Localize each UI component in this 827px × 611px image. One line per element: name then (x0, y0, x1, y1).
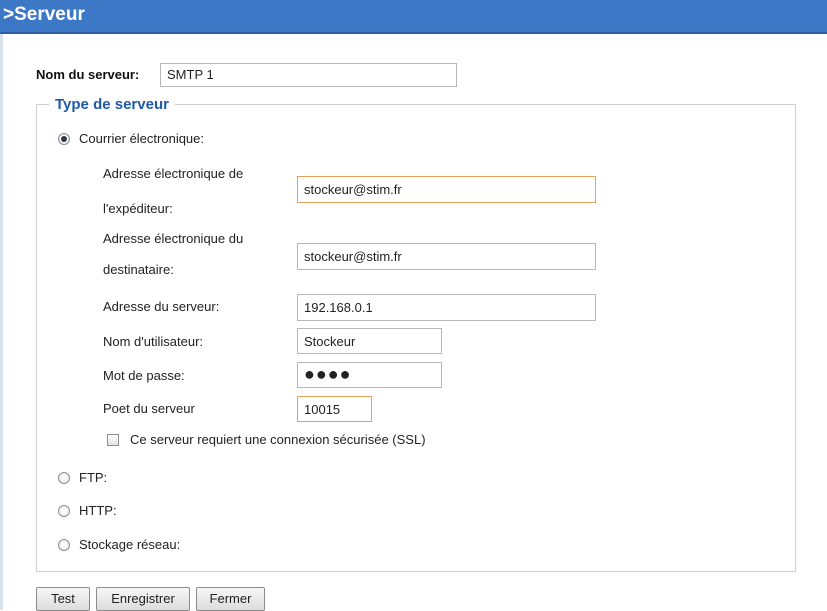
title-bar: >Serveur (0, 0, 827, 34)
page-title: >Serveur (3, 4, 85, 25)
ftp-radio[interactable] (58, 472, 70, 484)
http-radio[interactable] (58, 505, 70, 517)
sender-label-line2: l'expéditeur: (103, 201, 173, 216)
server-name-input[interactable] (160, 63, 457, 87)
recipient-label-line2: destinataire: (103, 262, 174, 277)
username-input[interactable] (297, 328, 442, 354)
port-label: Poet du serveur (103, 401, 195, 416)
sender-email-input[interactable] (297, 176, 596, 203)
server-type-legend: Type de serveur (55, 96, 169, 113)
server-address-input[interactable] (297, 294, 596, 321)
recipient-label-line1: Adresse électronique du (103, 231, 244, 246)
left-edge-divider (0, 34, 3, 610)
username-label: Nom d'utilisateur: (103, 334, 204, 349)
server-address-label: Adresse du serveur: (103, 299, 220, 314)
sender-label-line1: Adresse électronique de (103, 166, 244, 181)
email-radio-label: Courrier électronique: (79, 131, 205, 146)
ssl-label: Ce serveur requiert une connexion sécuri… (130, 432, 426, 447)
recipient-email-input[interactable] (297, 243, 596, 270)
ssl-checkbox[interactable] (107, 434, 119, 446)
email-radio[interactable] (58, 133, 70, 145)
ftp-radio-label: FTP: (79, 470, 108, 485)
port-input[interactable] (297, 396, 372, 422)
password-label: Mot de passe: (103, 368, 185, 383)
test-button[interactable]: Test (36, 587, 90, 611)
network-storage-radio[interactable] (58, 539, 70, 551)
close-button[interactable]: Fermer (196, 587, 265, 611)
network-storage-radio-label: Stockage réseau: (79, 537, 181, 552)
save-button[interactable]: Enregistrer (96, 587, 190, 611)
password-input[interactable]: ●●●● (297, 362, 442, 388)
http-radio-label: HTTP: (79, 503, 117, 518)
server-name-label: Nom du serveur: (36, 67, 140, 82)
